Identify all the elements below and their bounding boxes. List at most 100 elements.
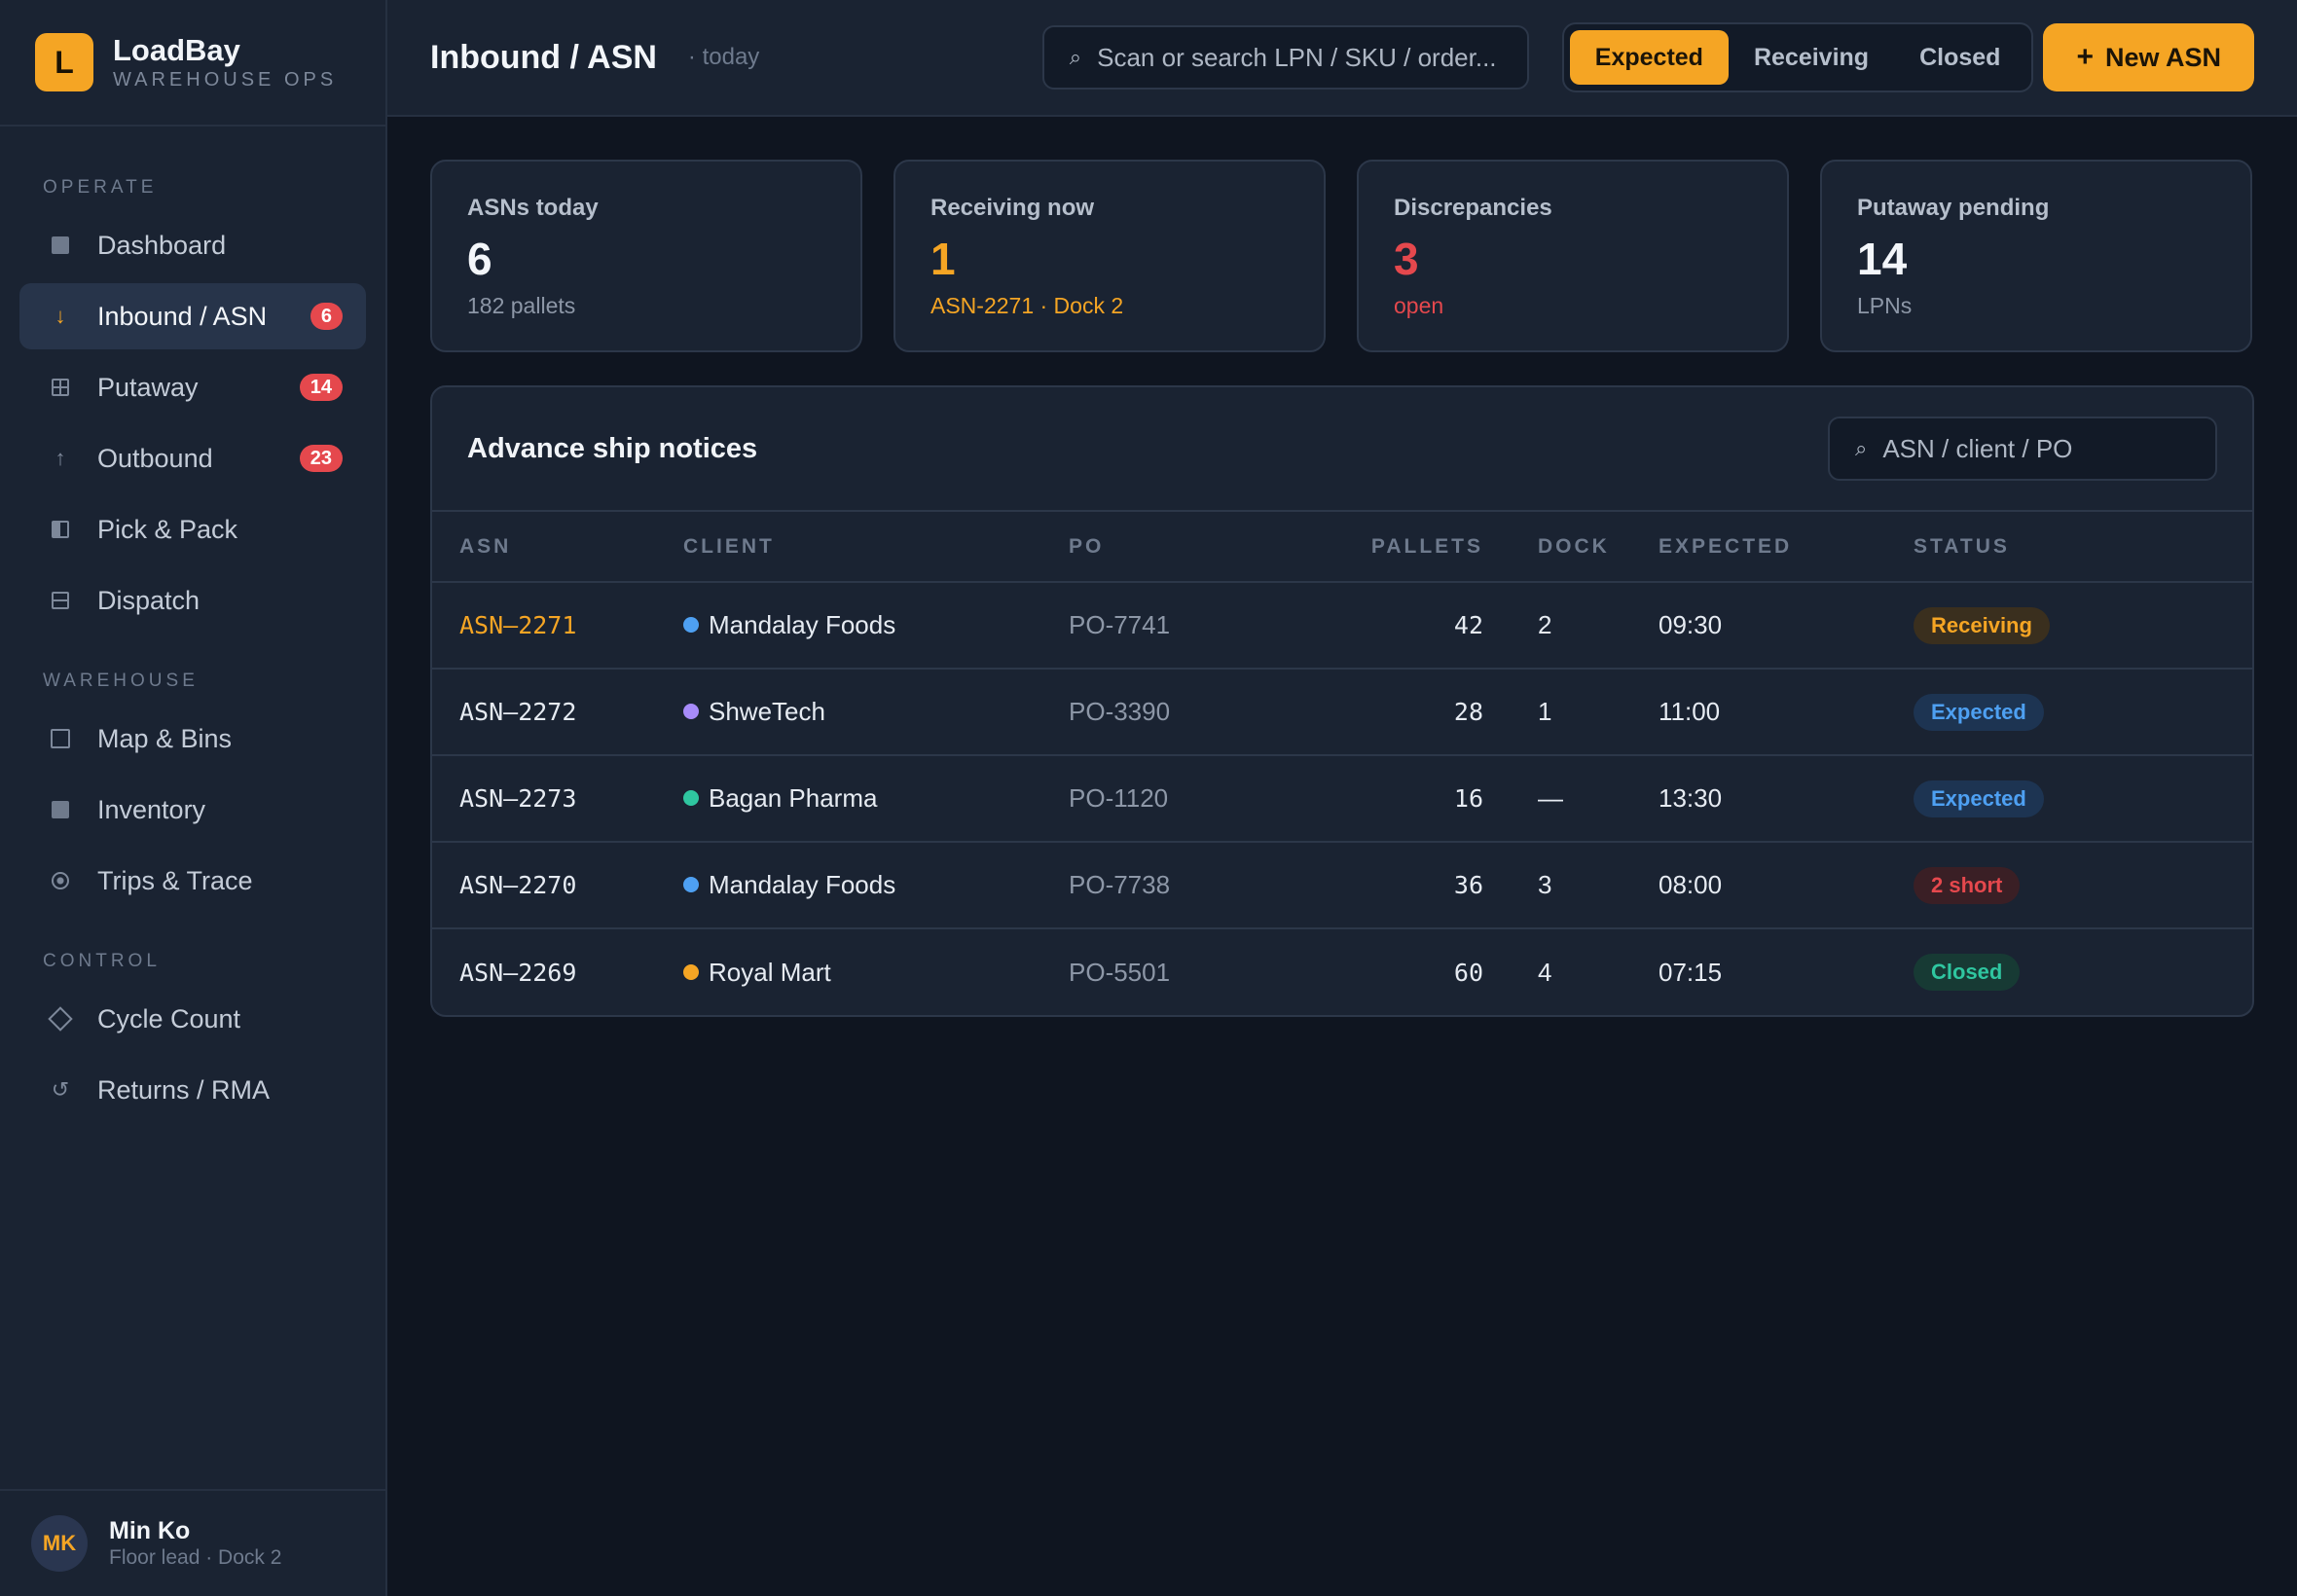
sidebar-item-dispatch[interactable]: Dispatch: [19, 567, 366, 634]
table-row[interactable]: ASN–2273 Bagan Pharma PO-1120 16 — 13:30 Expec…: [432, 755, 2252, 843]
sidebar-item-label: Inventory: [97, 794, 206, 824]
app-shell: L LoadBay WAREHOUSE OPS OPERATE Dashboar…: [0, 0, 2297, 1596]
brand[interactable]: L LoadBay WAREHOUSE OPS: [0, 0, 385, 127]
main-content: Inbound / ASN · today ⌕ Scan or search L…: [387, 0, 2297, 1596]
pallet-count: 16: [1453, 784, 1483, 813]
table-row[interactable]: ASN–2269 Royal Mart PO-5501 60 4 07:15 Closed: [432, 928, 2252, 1015]
asn-id[interactable]: ASN–2272: [459, 698, 576, 726]
stat-label: Receiving now: [930, 195, 1095, 221]
asn-id[interactable]: ASN–2270: [459, 871, 576, 899]
map-icon: [49, 727, 72, 750]
table-row[interactable]: ASN–2272 ShweTech PO-3390 28 1 11:00 Expected: [432, 669, 2252, 756]
expected-time: 09:30: [1659, 610, 1723, 639]
sidebar-item-label: Outbound: [97, 443, 213, 473]
client-name: ShweTech: [709, 697, 825, 726]
section-label: CONTROL: [43, 951, 161, 971]
brand-logo: L: [35, 33, 93, 91]
table-row[interactable]: ASN–2270 Mandalay Foods PO-7738 36 3 08:00 2 s…: [432, 842, 2252, 929]
stat-value: 3: [1394, 234, 1419, 284]
dock-number: 3: [1538, 870, 1552, 899]
sidebar-item-putaway[interactable]: Putaway 14: [19, 354, 366, 420]
stat-card-putaway-pending: Putaway pending 14 LPNs: [1820, 160, 2252, 352]
column-header-dock[interactable]: DOCK: [1483, 512, 1659, 583]
sidebar-item-dashboard[interactable]: Dashboard: [19, 212, 366, 278]
column-header-status[interactable]: STATUS: [1914, 512, 2252, 583]
asn-id[interactable]: ASN–2271: [459, 611, 576, 639]
stat-label: Discrepancies: [1394, 195, 1552, 221]
po-number: PO-7741: [1069, 610, 1171, 639]
column-header-client[interactable]: CLIENT: [683, 512, 1069, 583]
po-number: PO-5501: [1069, 957, 1171, 987]
status-badge: Expected: [1914, 693, 2044, 731]
returns-icon: ↺: [51, 1077, 70, 1102]
po-number: PO-7738: [1069, 870, 1171, 899]
sidebar-item-label: Dashboard: [97, 230, 227, 260]
stat-label: ASNs today: [467, 195, 599, 221]
column-header-expected[interactable]: EXPECTED: [1659, 512, 1914, 583]
filter-expected[interactable]: Expected: [1569, 30, 1729, 85]
sidebar-item-returns[interactable]: ↺ Returns / RMA: [19, 1057, 366, 1123]
table-body: ASN–2271 Mandalay Foods PO-7741 42 2 09:30 Rec…: [432, 582, 2252, 1015]
nav-section-control: CONTROL Cycle Count ↺ Returns / RMA: [0, 949, 385, 1123]
table-row[interactable]: ASN–2271 Mandalay Foods PO-7741 42 2 09:30 Rec…: [432, 582, 2252, 670]
client-color-dot: [683, 877, 699, 893]
arrow-down-icon: ↓: [55, 304, 66, 328]
dock-number: 4: [1538, 957, 1552, 987]
status-filter: Expected Receiving Closed: [1561, 22, 2034, 92]
stat-note: 182 pallets: [467, 293, 576, 318]
filter-closed[interactable]: Closed: [1894, 30, 2025, 85]
sidebar-item-label: Putaway: [97, 372, 199, 402]
global-search-input[interactable]: ⌕ Scan or search LPN / SKU / order...: [1041, 25, 1529, 90]
dock-number: 2: [1538, 610, 1552, 639]
user-name: Min Ko: [109, 1517, 191, 1544]
count-badge: 6: [310, 303, 343, 330]
new-asn-label: New ASN: [2104, 42, 2221, 72]
expected-time: 13:30: [1659, 783, 1723, 813]
column-header-pallets[interactable]: PALLETS: [1331, 512, 1483, 583]
pallet-count: 28: [1453, 698, 1483, 726]
panel-title: Advance ship notices: [467, 432, 758, 464]
sidebar-item-label: Map & Bins: [97, 723, 233, 753]
nav-section-operate: OPERATE Dashboard ↓ Inbound / ASN 6 Puta…: [0, 175, 385, 634]
status-badge: Receiving: [1914, 606, 2050, 644]
diamond-icon: [48, 1006, 73, 1032]
sidebar-item-trips-trace[interactable]: Trips & Trace: [19, 848, 366, 914]
po-number: PO-3390: [1069, 697, 1171, 726]
stat-value: 14: [1857, 234, 1908, 284]
client-color-dot: [683, 617, 699, 634]
column-header-asn[interactable]: ASN: [432, 512, 683, 583]
stat-note: ASN-2271 · Dock 2: [930, 293, 1124, 318]
table-search-input[interactable]: ⌕ ASN / client / PO: [1828, 417, 2217, 481]
grid-icon: [49, 376, 72, 399]
sidebar-item-cycle-count[interactable]: Cycle Count: [19, 986, 366, 1052]
asn-table: ASN CLIENT PO PALLETS DOCK EXPECTED STAT…: [432, 512, 2252, 1015]
asn-panel: Advance ship notices ⌕ ASN / client / PO…: [430, 385, 2254, 1017]
stat-note: open: [1394, 293, 1444, 318]
filter-receiving[interactable]: Receiving: [1729, 30, 1894, 85]
asn-id[interactable]: ASN–2273: [459, 784, 576, 813]
sidebar-item-label: Pick & Pack: [97, 514, 238, 544]
sidebar-item-outbound[interactable]: ↑ Outbound 23: [19, 425, 366, 491]
asn-id[interactable]: ASN–2269: [459, 959, 576, 987]
user-profile[interactable]: MK Min Ko Floor lead · Dock 2: [0, 1489, 385, 1596]
topbar: Inbound / ASN · today ⌕ Scan or search L…: [387, 0, 2297, 117]
client-name: Mandalay Foods: [709, 870, 896, 899]
expected-time: 11:00: [1659, 697, 1721, 726]
stat-value: 1: [930, 234, 956, 284]
stat-label: Putaway pending: [1857, 195, 2050, 221]
sidebar-item-inbound[interactable]: ↓ Inbound / ASN 6: [19, 283, 366, 349]
search-icon: ⌕: [1855, 436, 1868, 460]
sidebar-item-pick-pack[interactable]: Pick & Pack: [19, 496, 366, 562]
section-label: WAREHOUSE: [43, 671, 199, 691]
brand-name: LoadBay: [113, 33, 240, 67]
sidebar-item-inventory[interactable]: Inventory: [19, 777, 366, 843]
client-color-dot: [683, 704, 699, 720]
client-color-dot: [683, 963, 699, 980]
page-subtitle: · today: [687, 44, 760, 70]
stat-card-discrepancies: Discrepancies 3 open: [1357, 160, 1789, 352]
new-asn-button[interactable]: + New ASN: [2043, 23, 2254, 91]
page-title: Inbound / ASN: [430, 38, 657, 76]
dispatch-icon: [49, 589, 72, 612]
column-header-po[interactable]: PO: [1069, 512, 1331, 583]
sidebar-item-map-bins[interactable]: Map & Bins: [19, 706, 366, 772]
